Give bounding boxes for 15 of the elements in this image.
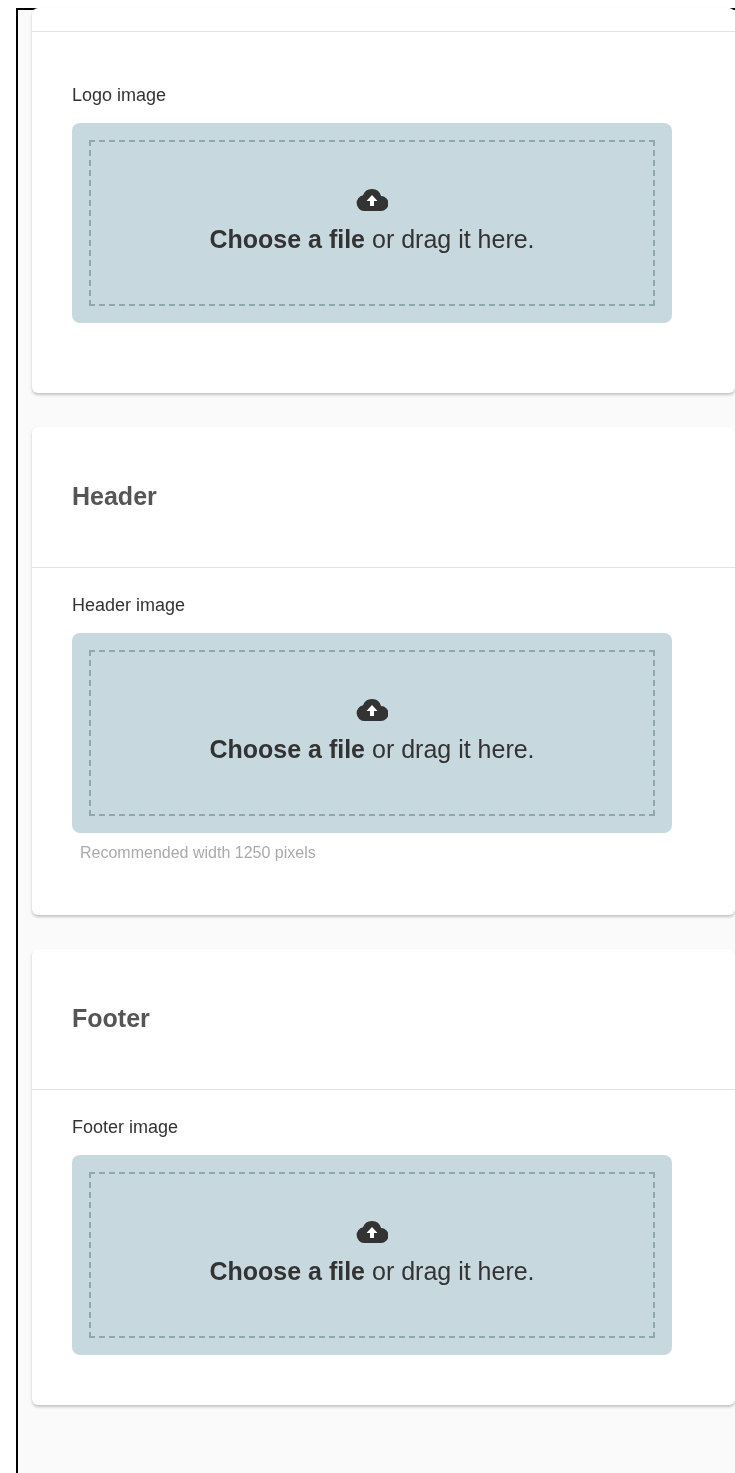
file-dropzone[interactable]: Choose a file or drag it here. [72,1155,672,1355]
dropzone-text: Choose a file or drag it here. [209,734,535,766]
section-title: Header [72,481,157,513]
field-label: Logo image [72,84,168,107]
file-dropzone[interactable]: Choose a file or drag it here. [72,123,672,323]
dropzone-text: Choose a file or drag it here. [209,1256,535,1288]
upload-cloud-icon [356,187,388,212]
upload-cloud-icon [356,697,388,722]
dropzone-text: Choose a file or drag it here. [209,224,535,256]
field-label: Header image [72,594,187,617]
field-label: Footer image [72,1116,180,1139]
upload-cloud-icon [356,1219,388,1244]
hint-text: Recommended width 1250 pixels [80,843,317,863]
file-dropzone[interactable]: Choose a file or drag it here. [72,633,672,833]
section-title: Footer [72,1003,150,1035]
